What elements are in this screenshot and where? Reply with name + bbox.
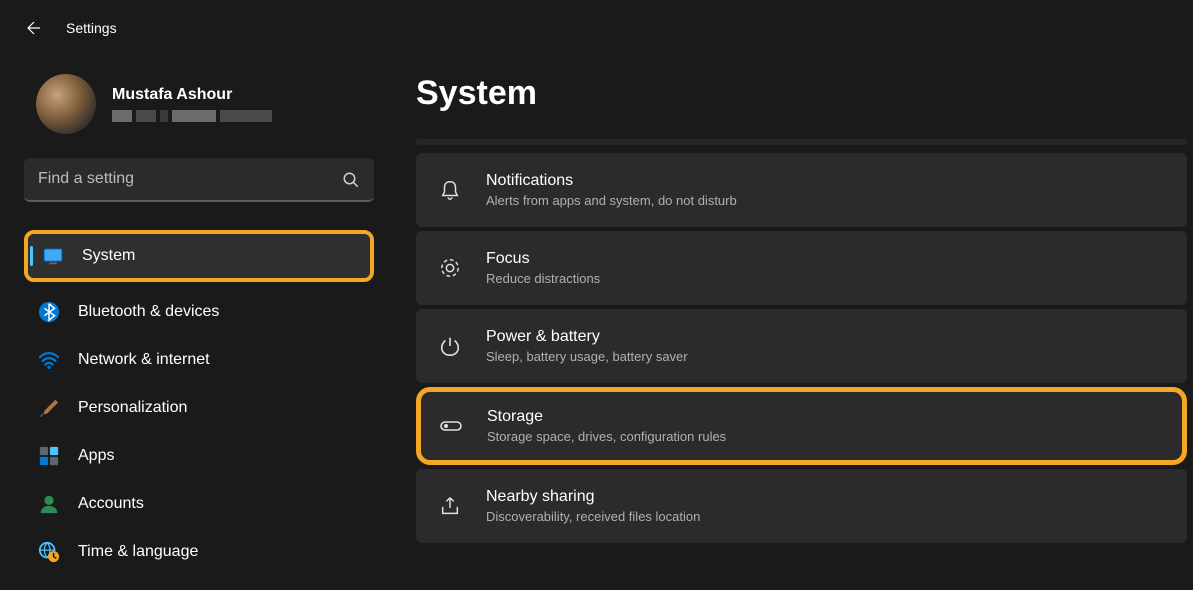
setting-item-storage[interactable]: Storage Storage space, drives, configura… (416, 387, 1187, 465)
person-icon (38, 493, 60, 515)
sidebar-item-label: Accounts (78, 495, 144, 513)
list-divider (416, 139, 1187, 145)
share-icon (438, 494, 462, 518)
setting-title: Power & battery (486, 328, 688, 346)
sidebar-item-time-language[interactable]: Time & language (24, 530, 374, 574)
sidebar-item-personalization[interactable]: Personalization (24, 386, 374, 430)
search-input[interactable] (24, 158, 374, 202)
apps-icon (38, 445, 60, 467)
target-icon (438, 256, 462, 280)
paintbrush-icon (38, 397, 60, 419)
sidebar-item-bluetooth[interactable]: Bluetooth & devices (24, 290, 374, 334)
back-button[interactable] (24, 18, 44, 38)
drive-icon (439, 414, 463, 438)
sidebar-item-label: Personalization (78, 399, 187, 417)
setting-subtitle: Reduce distractions (486, 271, 600, 286)
sidebar-item-label: Apps (78, 447, 114, 465)
sidebar: Mustafa Ashour (0, 56, 390, 574)
power-icon (438, 334, 462, 358)
avatar (36, 74, 96, 134)
page-title: System (416, 74, 1187, 113)
sidebar-nav: System Bluetooth & devices (24, 230, 374, 574)
setting-subtitle: Sleep, battery usage, battery saver (486, 349, 688, 364)
setting-item-notifications[interactable]: Notifications Alerts from apps and syste… (416, 153, 1187, 227)
sidebar-item-label: Bluetooth & devices (78, 303, 219, 321)
sidebar-item-label: Network & internet (78, 351, 210, 369)
app-title: Settings (66, 20, 117, 36)
setting-subtitle: Discoverability, received files location (486, 509, 700, 524)
setting-subtitle: Storage space, drives, configuration rul… (487, 429, 726, 444)
bluetooth-icon (38, 301, 60, 323)
sidebar-item-label: System (82, 247, 135, 265)
sidebar-item-label: Time & language (78, 543, 198, 561)
sidebar-item-system[interactable]: System (28, 234, 370, 278)
monitor-icon (42, 245, 64, 267)
sidebar-item-apps[interactable]: Apps (24, 434, 374, 478)
sidebar-item-accounts[interactable]: Accounts (24, 482, 374, 526)
profile-email-redacted (112, 110, 272, 122)
setting-item-nearby-sharing[interactable]: Nearby sharing Discoverability, received… (416, 469, 1187, 543)
profile-name: Mustafa Ashour (112, 86, 272, 104)
bell-icon (438, 178, 462, 202)
setting-item-focus[interactable]: Focus Reduce distractions (416, 231, 1187, 305)
main-content: System Notifications Alerts from apps an… (390, 56, 1193, 574)
sidebar-item-network[interactable]: Network & internet (24, 338, 374, 382)
globe-clock-icon (38, 541, 60, 563)
setting-title: Nearby sharing (486, 488, 700, 506)
setting-title: Notifications (486, 172, 737, 190)
search-icon (342, 171, 360, 189)
setting-title: Storage (487, 408, 726, 426)
search-wrapper (24, 158, 374, 202)
setting-item-power[interactable]: Power & battery Sleep, battery usage, ba… (416, 309, 1187, 383)
wifi-icon (38, 349, 60, 371)
profile-section[interactable]: Mustafa Ashour (24, 56, 374, 158)
setting-title: Focus (486, 250, 600, 268)
setting-subtitle: Alerts from apps and system, do not dist… (486, 193, 737, 208)
